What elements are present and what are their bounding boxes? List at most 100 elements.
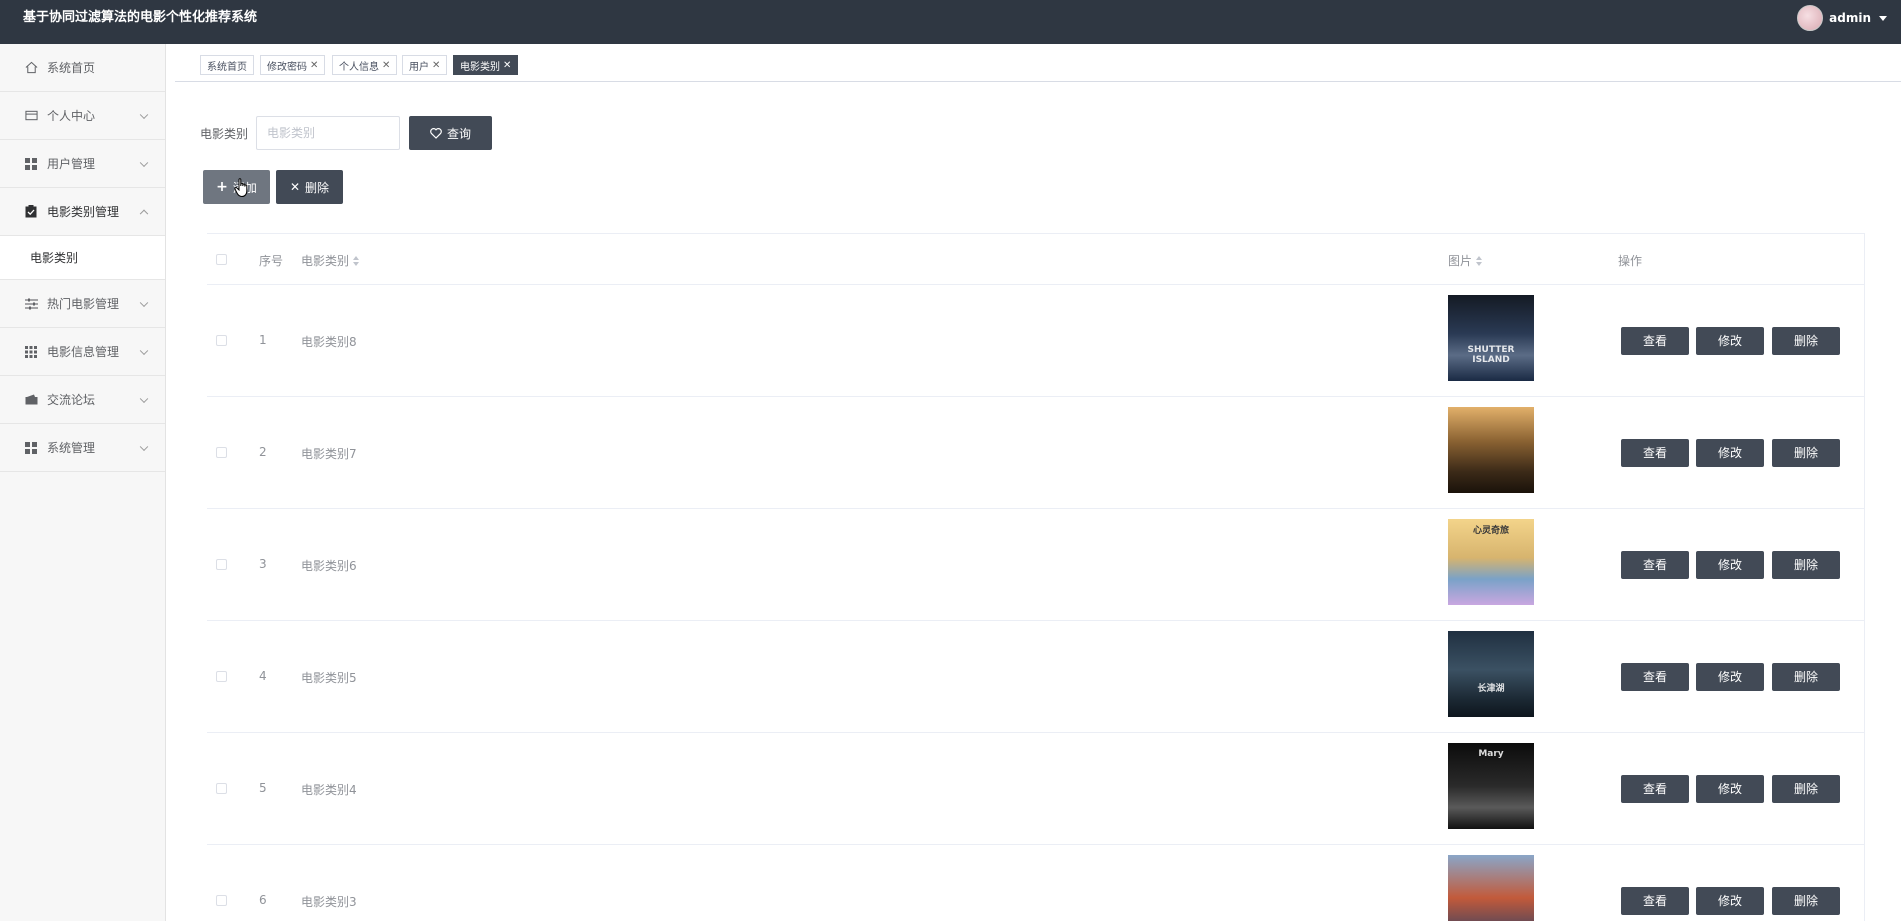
row-checkbox[interactable] xyxy=(216,671,227,682)
row-index: 5 xyxy=(259,781,267,795)
tab-label: 系统首页 xyxy=(207,61,247,73)
column-header-image[interactable]: 图片 xyxy=(1448,252,1483,269)
sidebar-item-personal-center[interactable]: 个人中心 xyxy=(0,92,165,140)
row-index: 2 xyxy=(259,445,267,459)
grid-icon xyxy=(24,157,38,171)
sort-icon[interactable] xyxy=(1476,255,1483,266)
sort-icon[interactable] xyxy=(353,255,360,266)
sidebar-item-label: 热门电影管理 xyxy=(47,297,120,311)
tab-label: 用户 xyxy=(409,61,429,73)
row-checkbox[interactable] xyxy=(216,895,227,906)
edit-button[interactable]: 修改 xyxy=(1696,326,1764,355)
home-icon xyxy=(24,61,38,75)
view-button[interactable]: 查看 xyxy=(1621,550,1689,579)
sidebar-item-label: 交流论坛 xyxy=(47,393,96,407)
top-header: 基于协同过滤算法的电影个性化推荐系统 admin xyxy=(0,0,1901,44)
poster-title: 长津湖 xyxy=(1477,684,1505,694)
row-category: 电影类别4 xyxy=(301,783,357,797)
row-checkbox[interactable] xyxy=(216,783,227,794)
poster-image: SHUTTER ISLAND xyxy=(1448,295,1534,381)
table-row: 3 电影类别6 心灵奇旅 查看 修改 删除 xyxy=(207,509,1865,621)
close-icon[interactable]: ✕ xyxy=(310,60,318,71)
row-checkbox[interactable] xyxy=(216,335,227,346)
poster-image: 心灵奇旅 xyxy=(1448,519,1534,605)
row-delete-button[interactable]: 删除 xyxy=(1772,550,1840,579)
tab-change-password[interactable]: 修改密码 ✕ xyxy=(260,55,326,75)
sidebar: 系统首页 个人中心 用户管理 电影类别管理 电影类别 热门电影管理 电影信息管理 xyxy=(0,44,166,921)
sidebar-item-movie-info-management[interactable]: 电影信息管理 xyxy=(0,328,165,376)
tab-personal-info[interactable]: 个人信息 ✕ xyxy=(332,55,398,75)
user-menu[interactable]: admin xyxy=(1797,5,1887,31)
tab-label: 修改密码 xyxy=(267,61,307,73)
column-header-category[interactable]: 电影类别 xyxy=(301,252,360,269)
chevron-down-icon xyxy=(139,442,149,451)
sidebar-item-movie-category-management[interactable]: 电影类别管理 xyxy=(0,188,165,236)
row-delete-button[interactable]: 删除 xyxy=(1772,662,1840,691)
wallet-icon xyxy=(24,393,38,407)
view-button[interactable]: 查看 xyxy=(1621,326,1689,355)
select-all-checkbox[interactable] xyxy=(216,254,227,265)
edit-button[interactable]: 修改 xyxy=(1696,662,1764,691)
username[interactable]: admin xyxy=(1829,11,1871,25)
view-button[interactable]: 查看 xyxy=(1621,886,1689,915)
close-icon[interactable]: ✕ xyxy=(382,60,390,71)
grid-icon xyxy=(24,441,38,455)
card-icon xyxy=(24,109,38,123)
clipboard-icon xyxy=(24,205,38,219)
sidebar-item-label: 系统首页 xyxy=(47,61,96,75)
search-button[interactable]: 查询 xyxy=(409,116,492,150)
search-input[interactable] xyxy=(256,116,400,150)
hand-cursor-icon xyxy=(234,178,248,198)
edit-button[interactable]: 修改 xyxy=(1696,886,1764,915)
tab-users[interactable]: 用户 ✕ xyxy=(402,55,448,75)
row-checkbox[interactable] xyxy=(216,559,227,570)
sidebar-item-system-management[interactable]: 系统管理 xyxy=(0,424,165,472)
row-delete-button[interactable]: 删除 xyxy=(1772,326,1840,355)
close-icon[interactable]: ✕ xyxy=(432,60,440,71)
row-checkbox[interactable] xyxy=(216,447,227,458)
edit-button[interactable]: 修改 xyxy=(1696,550,1764,579)
row-category: 电影类别6 xyxy=(301,559,357,573)
row-delete-button[interactable]: 删除 xyxy=(1772,886,1840,915)
search-button-label: 查询 xyxy=(446,126,471,141)
column-header-label: 序号 xyxy=(259,254,284,268)
table-row: 4 电影类别5 长津湖 查看 修改 删除 xyxy=(207,621,1865,733)
tab-home[interactable]: 系统首页 xyxy=(200,55,254,75)
view-button[interactable]: 查看 xyxy=(1621,662,1689,691)
close-icon[interactable]: ✕ xyxy=(503,60,511,71)
poster-title: Mary xyxy=(1478,749,1504,759)
sidebar-item-hot-movie-management[interactable]: 热门电影管理 xyxy=(0,280,165,328)
view-button[interactable]: 查看 xyxy=(1621,774,1689,803)
avatar[interactable] xyxy=(1797,5,1824,31)
row-delete-button[interactable]: 删除 xyxy=(1772,774,1840,803)
tab-movie-category[interactable]: 电影类别 ✕ xyxy=(453,55,519,75)
row-delete-button[interactable]: 删除 xyxy=(1772,438,1840,467)
poster-image xyxy=(1448,407,1534,493)
column-header-label: 图片 xyxy=(1448,254,1473,268)
sidebar-item-label: 系统管理 xyxy=(47,441,96,455)
row-category: 电影类别7 xyxy=(301,447,357,461)
sidebar-item-home[interactable]: 系统首页 xyxy=(0,44,165,92)
sidebar-item-forum[interactable]: 交流论坛 xyxy=(0,376,165,424)
delete-button[interactable]: ✕ 删除 xyxy=(276,170,343,204)
data-table: 序号 电影类别 图片 操作 1 电影类别8 SHUTTER ISLAND 查看 … xyxy=(207,233,1865,921)
view-button[interactable]: 查看 xyxy=(1621,438,1689,467)
column-header-label: 电影类别 xyxy=(301,254,350,268)
plus-icon: + xyxy=(216,179,228,195)
edit-button[interactable]: 修改 xyxy=(1696,438,1764,467)
tab-label: 个人信息 xyxy=(339,61,379,73)
table-row: 2 电影类别7 查看 修改 删除 xyxy=(207,397,1865,509)
search-label: 电影类别 xyxy=(200,127,249,141)
apps-icon xyxy=(24,345,38,359)
sidebar-item-user-management[interactable]: 用户管理 xyxy=(0,140,165,188)
edit-button[interactable]: 修改 xyxy=(1696,774,1764,803)
sidebar-item-label: 电影信息管理 xyxy=(47,345,120,359)
submenu-item-movie-category[interactable]: 电影类别 xyxy=(0,236,165,280)
chevron-down-icon xyxy=(139,110,149,119)
table-row: 1 电影类别8 SHUTTER ISLAND 查看 修改 删除 xyxy=(207,285,1865,397)
column-header-actions: 操作 xyxy=(1618,252,1642,269)
poster-title: SHUTTER ISLAND xyxy=(1467,345,1515,365)
poster-image: Mary xyxy=(1448,743,1534,829)
heart-icon xyxy=(430,127,442,139)
caret-down-icon[interactable] xyxy=(1879,15,1887,21)
